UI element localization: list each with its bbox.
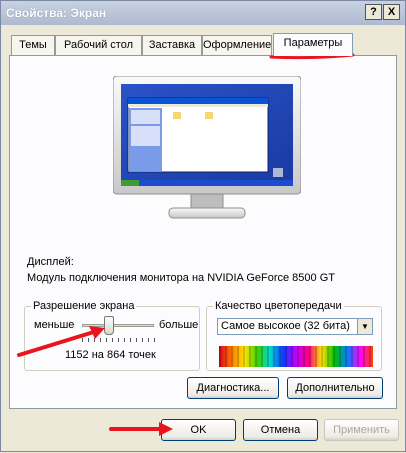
close-button[interactable]: X: [383, 4, 400, 20]
tab-desktop[interactable]: Рабочий стол: [55, 35, 142, 55]
help-button[interactable]: ?: [365, 4, 382, 20]
resolution-legend: Разрешение экрана: [31, 300, 137, 312]
resolution-value: 1152 на 864 точек: [65, 349, 156, 361]
display-caption: Дисплей:: [27, 256, 74, 268]
tab-appearance[interactable]: Оформление: [202, 35, 272, 55]
window-title: Свойства: Экран: [6, 6, 107, 20]
tab-themes[interactable]: Темы: [11, 35, 55, 55]
resolution-less-label: меньше: [34, 319, 75, 331]
ok-button[interactable]: OK: [161, 419, 236, 441]
display-device: Модуль подключения монитора на NVIDIA Ge…: [27, 272, 335, 284]
color-preview-bar: [219, 346, 373, 367]
monitor-preview: [113, 76, 301, 219]
color-quality-value: Самое высокое (32 бита): [221, 320, 350, 332]
tab-screensaver[interactable]: Заставка: [142, 35, 202, 55]
apply-button[interactable]: Применить: [324, 419, 399, 441]
resolution-more-label: больше: [159, 319, 199, 331]
chevron-down-icon[interactable]: ▼: [357, 319, 372, 334]
color-quality-legend: Качество цветопередачи: [213, 300, 344, 312]
slider-ticks: [82, 338, 156, 342]
display-properties-window: Свойства: Экран ? X Темы Рабочий стол За…: [0, 0, 406, 452]
title-bar[interactable]: Свойства: Экран ? X: [1, 1, 405, 25]
resolution-slider-thumb[interactable]: [103, 316, 114, 335]
cancel-button[interactable]: Отмена: [243, 419, 318, 441]
diagnostics-button[interactable]: Диагностика...: [187, 377, 279, 399]
resolution-slider-track[interactable]: [82, 324, 154, 327]
color-quality-select[interactable]: Самое высокое (32 бита) ▼: [217, 318, 373, 335]
advanced-button[interactable]: Дополнительно: [287, 377, 383, 399]
tab-settings[interactable]: Параметры: [273, 33, 353, 56]
